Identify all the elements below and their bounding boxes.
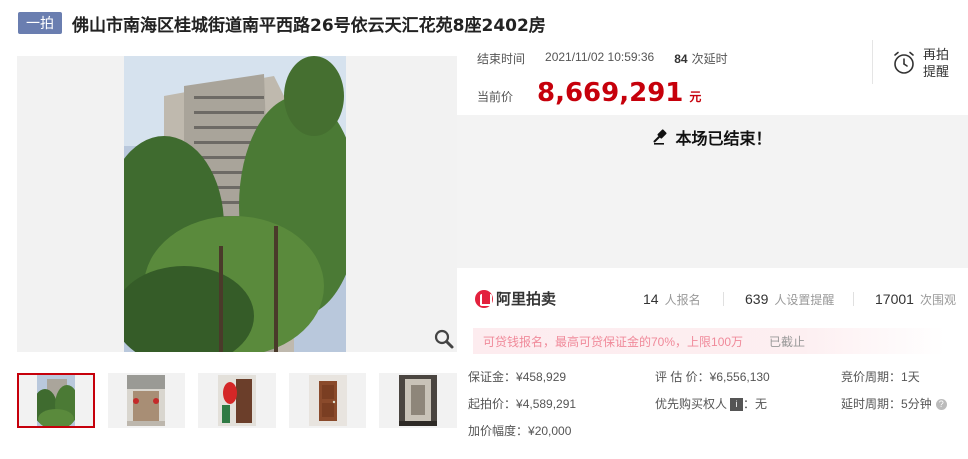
gavel-icon bbox=[653, 129, 668, 145]
delay-count: 84 bbox=[674, 52, 688, 66]
auction-ended-banner: 本场已结束！ bbox=[457, 125, 968, 149]
thumbnail-3[interactable] bbox=[198, 373, 276, 428]
signup-count-value: 14 bbox=[643, 291, 659, 307]
increment-row: 加价幅度：¥20,000 bbox=[468, 422, 571, 439]
thumbnail-image bbox=[399, 375, 438, 426]
end-time-label: 结束时间 bbox=[477, 52, 526, 66]
starting-price-row: 起拍价：¥4,589,291 bbox=[468, 395, 576, 412]
delay-cycle-row: 延时周期：5分钟? bbox=[841, 395, 947, 412]
deposit-row: 保证金：¥458,929 bbox=[468, 368, 566, 385]
thumbnail-1[interactable] bbox=[17, 373, 95, 428]
appraisal-label: 评 估 价： bbox=[655, 370, 710, 384]
reminder-count: 639 人设置提醒 bbox=[745, 291, 834, 308]
increment-label: 加价幅度： bbox=[468, 424, 529, 438]
delay-cycle-label: 延时周期： bbox=[841, 397, 902, 411]
thumbnail-image bbox=[308, 375, 347, 426]
main-photo-viewer[interactable] bbox=[17, 56, 457, 352]
priority-buyer-label: 优先购买权人 bbox=[655, 397, 728, 411]
signup-count: 14 人报名 bbox=[643, 291, 701, 308]
loan-notice-banner: 可贷钱报名，最高可贷保证金的70%，上限100万 已截止 bbox=[473, 328, 945, 354]
deposit-label: 保证金： bbox=[468, 370, 517, 384]
deposit-value: ¥458,929 bbox=[516, 370, 567, 384]
bidding-cycle-value: 1天 bbox=[901, 370, 920, 384]
thumbnail-image bbox=[127, 375, 166, 426]
auction-summary: 结束时间 2021/11/02 10:59:36 84 次延时 当前价 8,669… bbox=[457, 40, 968, 114]
relist-remind-button[interactable]: 再拍提醒 bbox=[891, 46, 953, 80]
auction-ended-text: 本场已结束！ bbox=[675, 129, 772, 148]
page-title: 佛山市南海区桂城街道南平西路26号依云天汇花苑8座2402房 bbox=[72, 15, 546, 36]
relist-remind-label: 再拍提醒 bbox=[923, 47, 950, 79]
view-count: 17001 次围观 bbox=[875, 291, 956, 308]
bidding-cycle-label: 竞价周期： bbox=[841, 370, 902, 384]
loan-notice-status: 已截止 bbox=[769, 334, 806, 349]
thumbnail-5[interactable] bbox=[379, 373, 457, 428]
auction-info-panel: 结束时间 2021/11/02 10:59:36 84 次延时 当前价 8,669… bbox=[457, 40, 968, 459]
reminder-count-label: 人设置提醒 bbox=[774, 293, 835, 307]
current-price-value: 8,669,291 bbox=[537, 78, 684, 108]
priority-info-icon[interactable]: i bbox=[730, 398, 744, 412]
thumbnail-image bbox=[36, 375, 75, 426]
thumbnail-2[interactable] bbox=[107, 373, 186, 428]
thumbnail-image bbox=[217, 375, 256, 426]
current-price-row: 当前价 8,669,291 元 bbox=[477, 78, 701, 108]
current-price-label: 当前价 bbox=[477, 90, 514, 104]
help-icon[interactable]: ? bbox=[935, 399, 947, 411]
magnifier-icon[interactable] bbox=[433, 328, 455, 350]
auction-status-panel: 本场已结束！ bbox=[457, 115, 968, 268]
delay-label: 次延时 bbox=[691, 52, 728, 66]
stats-bar: 阿里拍卖 14 人报名 639 人设置提醒 17001 次围观 bbox=[457, 268, 968, 326]
price-unit: 元 bbox=[689, 90, 702, 104]
priority-buyer-row: 优先购买权人 i ：无 bbox=[655, 395, 767, 412]
divider bbox=[872, 40, 873, 84]
end-time-row: 结束时间 2021/11/02 10:59:36 84 次延时 bbox=[477, 50, 728, 67]
appraisal-row: 评 估 价：¥6,556,130 bbox=[655, 368, 770, 385]
reminder-count-value: 639 bbox=[745, 291, 769, 307]
thumbnail-strip bbox=[17, 373, 457, 429]
starting-price-label: 起拍价： bbox=[468, 397, 517, 411]
title-bar: 一拍 佛山市南海区桂城街道南平西路26号依云天汇花苑8座2402房 bbox=[18, 10, 546, 36]
brand-name: 阿里拍卖 bbox=[496, 290, 557, 308]
building-photo bbox=[124, 56, 346, 352]
view-count-value: 17001 bbox=[875, 291, 914, 307]
auction-round-tag: 一拍 bbox=[18, 12, 62, 34]
divider bbox=[723, 292, 724, 306]
divider bbox=[853, 292, 854, 306]
delay-info: 84 次延时 bbox=[674, 50, 727, 67]
alarm-clock-icon bbox=[894, 51, 914, 74]
starting-price-value: ¥4,589,291 bbox=[516, 397, 577, 411]
appraisal-value: ¥6,556,130 bbox=[709, 370, 770, 384]
end-time-value: 2021/11/02 10:59:36 bbox=[545, 50, 655, 64]
increment-value: ¥20,000 bbox=[528, 424, 572, 438]
signup-count-label: 人报名 bbox=[664, 293, 701, 307]
ali-auction-logo: 阿里拍卖 bbox=[475, 288, 556, 309]
ali-auction-logo-icon bbox=[475, 289, 493, 308]
view-count-label: 次围观 bbox=[919, 293, 956, 307]
thumbnail-4[interactable] bbox=[288, 373, 367, 428]
loan-notice-text: 可贷钱报名，最高可贷保证金的70%，上限100万 bbox=[483, 334, 744, 349]
priority-buyer-value: ：无 bbox=[743, 397, 768, 411]
delay-cycle-value: 5分钟 bbox=[901, 397, 932, 411]
bidding-cycle-row: 竞价周期：1天 bbox=[841, 368, 920, 385]
